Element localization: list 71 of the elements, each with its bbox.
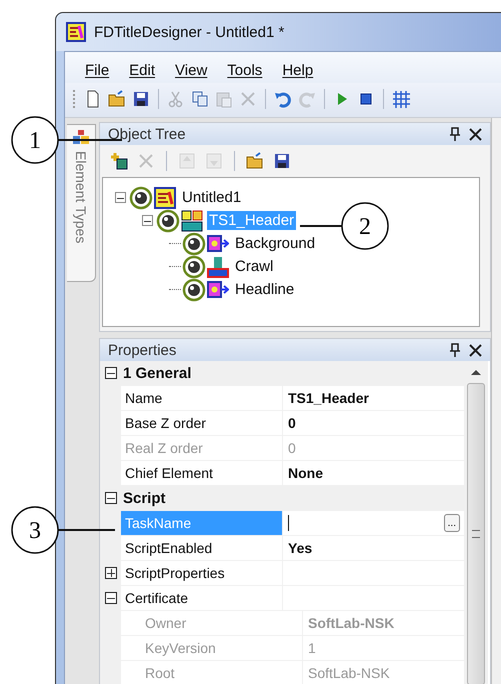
tree-node[interactable]: Background (233, 234, 318, 253)
folder-icon[interactable] (246, 152, 264, 170)
pin-icon[interactable] (449, 127, 461, 141)
scroll-up-icon[interactable] (471, 369, 481, 375)
collapse-icon[interactable] (104, 592, 116, 604)
grid-icon[interactable] (392, 90, 410, 108)
property-value: Yes (288, 540, 312, 556)
eye-icon[interactable] (129, 186, 153, 210)
close-icon[interactable] (469, 344, 482, 356)
project-icon (154, 186, 176, 208)
collapse-icon[interactable] (104, 492, 116, 504)
category-title: Script (123, 490, 166, 506)
leader-line (58, 529, 115, 531)
property-name[interactable]: ScriptEnabled (121, 536, 283, 560)
panel-title: Object Tree (108, 126, 187, 142)
window-title: FDTitleDesigner - Untitled1 * (94, 24, 284, 40)
image-element-icon (207, 232, 229, 254)
eye-icon[interactable] (156, 208, 180, 232)
property-value: 1 (308, 640, 316, 656)
property-name[interactable]: ScriptProperties (121, 561, 283, 585)
menu-item[interactable]: View (175, 62, 208, 79)
callout-marker: 1 (11, 116, 59, 164)
panel-title: Properties (108, 342, 178, 358)
collapse-icon[interactable] (142, 215, 153, 226)
tree-connector (169, 289, 181, 290)
folder-icon[interactable] (108, 90, 126, 108)
callout-marker: 3 (11, 506, 59, 554)
tree-node[interactable]: Crawl (233, 257, 276, 276)
property-value: 0 (288, 415, 296, 431)
add-element-icon[interactable] (110, 152, 128, 170)
property-name[interactable]: Name (121, 386, 283, 410)
callout-marker: 2 (341, 202, 389, 250)
property-value: TS1_Header (288, 390, 369, 406)
pin-icon[interactable] (449, 343, 461, 357)
property-name[interactable]: Base Z order (121, 411, 283, 435)
crawl-icon (207, 256, 229, 278)
copy-icon[interactable] (191, 90, 209, 108)
close-icon[interactable] (469, 128, 482, 140)
tree-connector (169, 266, 181, 267)
app-icon (66, 22, 86, 42)
category-title: 1 General (123, 364, 192, 382)
property-value: None (288, 465, 323, 481)
menu-item[interactable]: Help (282, 62, 314, 79)
collapse-icon[interactable] (115, 192, 126, 203)
image-element-icon (207, 278, 229, 300)
expand-icon[interactable] (104, 567, 116, 579)
element-types-tab[interactable]: Element Types (67, 124, 96, 282)
menu-item[interactable]: File (85, 62, 110, 79)
vertical-scrollbar[interactable] (464, 361, 488, 684)
collapse-icon[interactable] (104, 367, 116, 379)
tree-connector (169, 243, 181, 244)
menu-item[interactable]: Tools (227, 62, 262, 79)
property-name[interactable]: Chief Element (121, 461, 283, 485)
eye-icon[interactable] (182, 254, 206, 278)
group-icon (181, 210, 203, 232)
tree-node[interactable]: Untitled1 (180, 188, 244, 207)
scroll-thumb[interactable] (467, 383, 485, 684)
undo-icon[interactable] (274, 90, 292, 108)
toolbar-grip[interactable] (73, 90, 78, 108)
text-cursor (288, 515, 289, 531)
property-value: 0 (288, 440, 296, 456)
property-value: SoftLab-NSK (308, 615, 394, 631)
leader-line (300, 225, 342, 227)
browse-button[interactable]: ... (444, 514, 460, 532)
shapes-icon (72, 129, 90, 147)
tree-node[interactable]: Headline (233, 280, 296, 299)
menu-item[interactable]: Edit (129, 62, 156, 79)
eye-icon[interactable] (182, 232, 206, 256)
property-value: SoftLab-NSK (308, 665, 390, 681)
property-name[interactable]: Certificate (121, 586, 283, 610)
eye-icon[interactable] (182, 278, 206, 302)
